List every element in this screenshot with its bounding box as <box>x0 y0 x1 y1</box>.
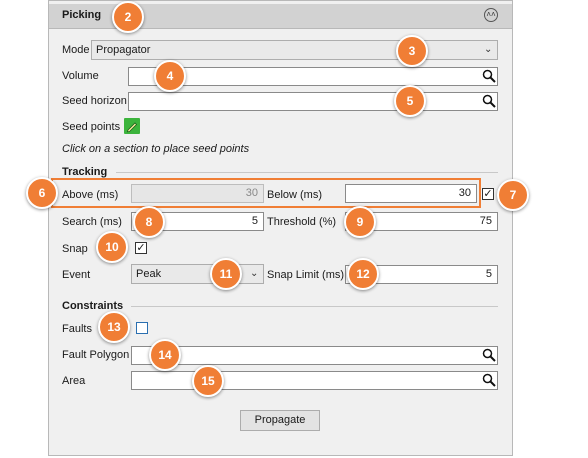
event-value: Peak <box>136 268 162 280</box>
mode-dropdown[interactable]: Propagator <box>91 40 498 60</box>
faults-checkbox[interactable] <box>136 322 148 334</box>
faults-label: Faults <box>62 323 92 335</box>
snap-limit-label: Snap Limit (ms) <box>267 269 345 281</box>
chevron-down-icon[interactable]: ⌄ <box>250 268 258 279</box>
seed-horizon-label: Seed horizon <box>62 95 127 107</box>
callout-badge: 7 <box>497 179 529 211</box>
callout-badge: 4 <box>154 60 186 92</box>
mode-label: Mode <box>62 44 90 56</box>
seed-points-hint: Click on a section to place seed points <box>62 143 250 155</box>
callout-badge: 3 <box>396 35 428 67</box>
tracking-divider <box>116 172 498 173</box>
callout-badge: 15 <box>192 365 224 397</box>
callout-badge: 2 <box>112 1 144 33</box>
callout-badge: 8 <box>133 206 165 238</box>
below-label: Below (ms) <box>267 189 323 201</box>
search-icon[interactable] <box>482 348 496 362</box>
collapse-icon[interactable]: ˄˄ <box>484 8 498 22</box>
search-icon[interactable] <box>482 94 496 108</box>
above-field[interactable]: 30 <box>131 184 264 203</box>
panel-title: Picking <box>62 9 102 21</box>
callout-badge: 14 <box>149 339 181 371</box>
callout-badge: 9 <box>344 206 376 238</box>
propagate-button[interactable]: Propagate <box>240 410 320 431</box>
tracking-heading: Tracking <box>62 166 108 178</box>
fault-polygon-label: Fault Polygon <box>62 349 130 361</box>
callout-badge: 6 <box>26 177 58 209</box>
callout-badge: 5 <box>394 85 426 117</box>
callout-badge: 10 <box>96 231 128 263</box>
callout-badge: 11 <box>210 258 242 290</box>
volume-label: Volume <box>62 70 99 82</box>
snap-label: Snap <box>62 243 88 255</box>
above-label: Above (ms) <box>62 189 119 201</box>
threshold-label: Threshold (%) <box>267 216 337 228</box>
search-icon[interactable] <box>482 373 496 387</box>
pencil-icon[interactable] <box>124 118 140 134</box>
seed-horizon-field[interactable] <box>128 92 498 111</box>
search-icon[interactable] <box>482 69 496 83</box>
seed-points-label: Seed points <box>62 121 121 133</box>
event-label: Event <box>62 269 91 281</box>
callout-badge: 12 <box>347 258 379 290</box>
below-checkbox[interactable]: ✓ <box>482 188 494 200</box>
fault-polygon-field[interactable] <box>131 346 498 365</box>
area-field[interactable] <box>131 371 498 390</box>
below-field[interactable]: 30 <box>345 184 477 203</box>
checkmark-icon: ✓ <box>136 242 146 254</box>
chevron-down-icon[interactable]: ⌄ <box>484 44 492 55</box>
snap-checkbox[interactable]: ✓ <box>135 242 147 254</box>
mode-value: Propagator <box>96 44 151 56</box>
callout-badge: 13 <box>98 311 130 343</box>
constraints-divider <box>131 306 498 307</box>
checkmark-icon: ✓ <box>483 188 493 200</box>
search-label: Search (ms) <box>62 216 122 228</box>
event-dropdown[interactable]: Peak <box>131 264 264 284</box>
area-label: Area <box>62 375 86 387</box>
